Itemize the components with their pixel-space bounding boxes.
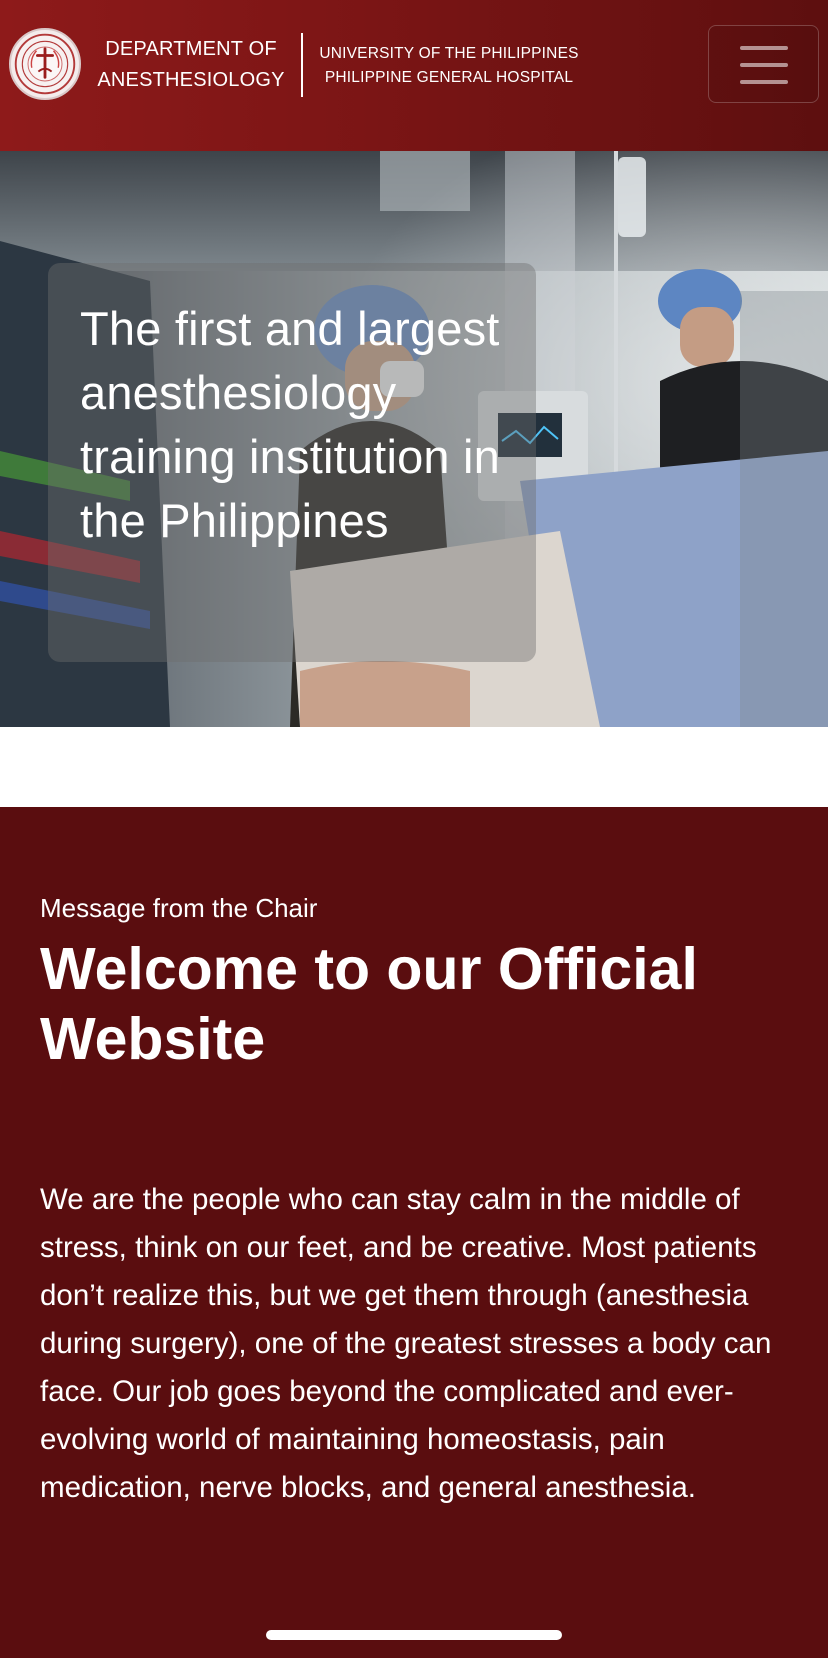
- department-logo[interactable]: [9, 28, 81, 100]
- institution-name: UNIVERSITY OF THE PHILIPPINES PHILIPPINE…: [312, 42, 586, 90]
- header-divider: [301, 33, 303, 97]
- department-name[interactable]: DEPARTMENT OF ANESTHESIOLOGY: [96, 34, 286, 96]
- department-name-line1: DEPARTMENT OF: [105, 38, 277, 60]
- section-spacer: [0, 727, 828, 807]
- site-header: DEPARTMENT OF ANESTHESIOLOGY UNIVERSITY …: [0, 0, 828, 151]
- chair-message-section: Message from the Chair Welcome to our Of…: [0, 807, 828, 1658]
- section-title: Welcome to our Official Website: [40, 936, 698, 1072]
- hero-headline: The first and largest anesthesiology tra…: [80, 302, 501, 547]
- hero-banner: The first and largest anesthesiology tra…: [0, 151, 828, 727]
- department-name-line2: ANESTHESIOLOGY: [97, 69, 285, 91]
- chair-message-body: We are the people who can stay calm in t…: [40, 1183, 772, 1504]
- home-indicator[interactable]: [266, 1630, 562, 1640]
- institution-name-line1: UNIVERSITY OF THE PHILIPPINES: [319, 45, 579, 62]
- section-kicker: Message from the Chair: [40, 893, 318, 923]
- institution-name-line2: PHILIPPINE GENERAL HOSPITAL: [324, 69, 574, 86]
- hero-headline-card: The first and largest anesthesiology tra…: [48, 263, 536, 662]
- department-seal-icon: [14, 33, 76, 95]
- menu-toggle-button[interactable]: [708, 25, 819, 103]
